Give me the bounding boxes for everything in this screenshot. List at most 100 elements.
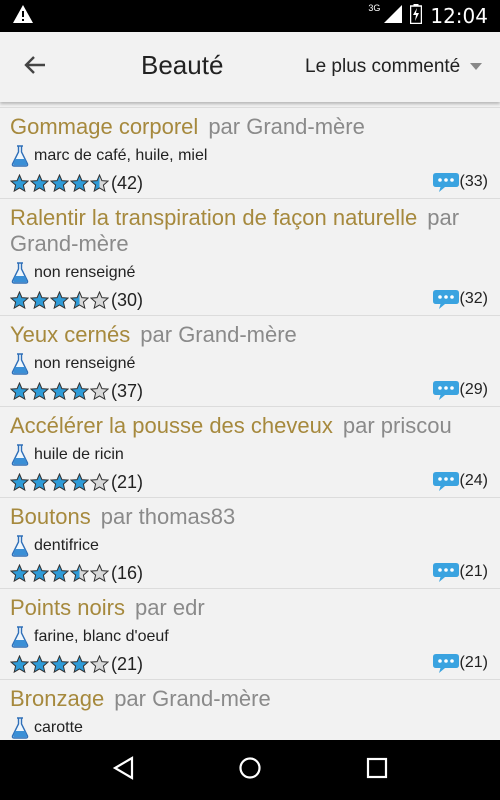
network-type: 3G [368,3,381,13]
star-full-icon [70,381,89,400]
list-item[interactable]: Accélérer la pousse des cheveux par prisc… [0,407,500,498]
comments-count: (32) [432,288,488,310]
ingredients-text: huile de ricin [34,446,124,463]
ingredients-text: farine, blanc d'oeuf [34,628,169,645]
flask-icon [10,353,30,375]
comment-count: (29) [459,381,488,398]
comment-count: (21) [459,654,488,671]
star-full-icon [50,173,69,192]
star-rating: (21) [10,654,143,675]
star-full-icon [30,381,49,400]
back-button[interactable] [18,50,52,84]
list-item[interactable]: Ralentir la transpiration de façon natur… [0,199,500,316]
flask-icon [10,262,30,284]
star-full-icon [50,290,69,309]
star-empty-icon [90,381,109,400]
rating-row: (21) (24) [10,467,488,497]
rating-row: (42) (33) [10,168,488,198]
flask-icon [10,626,30,648]
comment-bubble-icon [432,561,460,583]
recipe-list[interactable]: Gommage corporel par Grand-mère marc de ca… [0,102,500,740]
list-item[interactable]: Gommage corporel par Grand-mère marc de ca… [0,108,500,199]
nav-recents-button[interactable] [357,750,397,790]
comments-count: (29) [432,379,488,401]
recents-square-icon [366,757,388,784]
star-full-icon [10,472,29,491]
star-full-icon [50,472,69,491]
recipe-title: Accélérer la pousse des cheveux [10,413,333,438]
rating-row: (21) (21) [10,649,488,679]
star-full-icon [50,381,69,400]
ingredients-text: carotte [34,719,83,736]
comment-count: (33) [459,173,488,190]
item-title-line: Points noirs par edr [10,595,488,621]
item-title-line: Accélérer la pousse des cheveux par prisc… [10,413,488,439]
ingredients-row: huile de ricin [10,443,488,467]
rating-count: (21) [111,653,144,674]
nav-home-button[interactable] [230,750,270,790]
rating-row: (16) (21) [10,558,488,588]
ingredients-row: farine, blanc d'oeuf [10,625,488,649]
recipe-title: Gommage corporel [10,114,199,139]
comment-bubble-icon [432,288,460,310]
list-item[interactable]: Bronzagepar Grand-mèrecarotte(11)(17) [0,680,500,740]
list-item[interactable]: Boutons par thomas83 dentifrice (16) (21) [0,498,500,589]
item-title-line: Bronzage par Grand-mère [10,686,488,712]
recipe-author: par Grand-mère [208,114,365,139]
recipe-author: par Grand-mère [114,686,271,711]
status-bar: 3G 12:04 [0,0,500,32]
star-full-icon [30,654,49,673]
sort-dropdown[interactable]: Le plus commenté [305,56,483,78]
ingredients-text: non renseigné [34,355,136,372]
comment-count: (24) [459,472,488,489]
star-rating: (21) [10,472,143,493]
list-item[interactable]: Yeux cernés par Grand-mère non renseigné (3… [0,316,500,407]
star-empty-icon [90,654,109,673]
comment-bubble-icon [432,171,460,193]
ingredients-row: non renseigné [10,261,488,285]
rating-row: (37) (29) [10,376,488,406]
star-full-icon [10,290,29,309]
star-full-icon [30,472,49,491]
ingredients-text: marc de café, huile, miel [34,147,208,164]
nav-back-button[interactable] [103,750,143,790]
ingredients-row: dentifrice [10,534,488,558]
comments-count: (21) [432,652,488,674]
toolbar: Beauté Le plus commenté [0,32,500,102]
star-full-icon [10,173,29,192]
star-full-icon [70,173,89,192]
star-full-icon [70,472,89,491]
rating-count: (30) [111,289,144,310]
ingredients-row: carotte [10,716,488,740]
recipe-author: par thomas83 [100,504,236,529]
recipe-title: Ralentir la transpiration de façon natur… [10,205,418,230]
flask-icon [10,444,30,466]
star-full-icon [10,654,29,673]
navigation-bar [0,740,500,800]
battery-icon [410,3,423,29]
list-item[interactable]: Points noirs par edr farine, blanc d'oeuf (… [0,589,500,680]
star-rating: (16) [10,563,143,584]
star-half-icon [70,563,89,582]
recipe-title: Boutons [10,504,91,529]
star-full-icon [50,563,69,582]
star-empty-icon [90,472,109,491]
star-full-icon [10,563,29,582]
comments-count: (33) [432,171,488,193]
dropdown-triangle-icon [470,58,483,76]
star-full-icon [30,563,49,582]
ingredients-row: marc de café, huile, miel [10,144,488,168]
comment-bubble-icon [432,379,460,401]
star-full-icon [10,381,29,400]
item-title-line: Gommage corporel par Grand-mère [10,114,488,140]
comment-count: (32) [459,290,488,307]
rating-count: (37) [111,380,144,401]
ingredients-text: dentifrice [34,537,99,554]
star-full-icon [50,654,69,673]
comment-bubble-icon [432,470,460,492]
item-title-line: Ralentir la transpiration de façon natur… [10,205,488,257]
recipe-title: Yeux cernés [10,322,131,347]
comments-count: (21) [432,561,488,583]
sort-label: Le plus commenté [305,56,461,77]
star-full-icon [70,654,89,673]
